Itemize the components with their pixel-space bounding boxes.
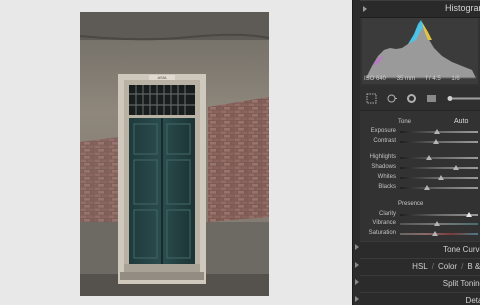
adjustment-brush-icon[interactable]	[446, 93, 480, 104]
tab-bw[interactable]: B & W	[467, 262, 480, 271]
slider-knob[interactable]	[453, 165, 460, 170]
aperture-value: f / 4.5	[425, 76, 441, 82]
tone-curve-header[interactable]: Tone Curve	[360, 241, 480, 258]
focal-length-value: 35 mm	[396, 76, 416, 82]
histogram-graph	[362, 18, 478, 84]
histogram-title: Histogram	[444, 3, 480, 13]
slider-track[interactable]	[400, 212, 478, 217]
slider-label: Contrast	[373, 138, 396, 144]
slider-label: Vibrance	[372, 220, 396, 226]
graduated-filter-icon[interactable]	[426, 93, 437, 104]
gutter-arrow-icon[interactable]	[355, 262, 359, 268]
shutter-value: 1/6	[451, 76, 460, 82]
slider-track[interactable]	[400, 221, 478, 226]
slider-label: Saturation	[368, 230, 396, 236]
crop-tool-icon[interactable]	[366, 93, 377, 104]
histogram[interactable]: ISO 640 35 mm f / 4.5 1/6	[362, 18, 478, 84]
slider-knob[interactable]	[432, 139, 439, 144]
hsl-header[interactable]: HSL/Color/B & W	[360, 258, 480, 275]
slider-knob[interactable]	[425, 155, 432, 160]
slider-knob[interactable]	[437, 175, 444, 180]
tab-color[interactable]: Color	[438, 262, 457, 271]
tone-label: Tone	[398, 119, 412, 125]
slider-label: Highlights	[369, 154, 396, 160]
detail-title: Detail	[465, 296, 480, 305]
iso-value: ISO 640	[364, 76, 387, 82]
slider-label: Clarity	[378, 211, 396, 217]
auto-tone-button[interactable]: Auto	[454, 118, 468, 125]
slider-label: Whites	[377, 174, 396, 180]
split-toning-title: Split Toning	[442, 279, 480, 288]
tool-strip	[360, 86, 480, 111]
slider-track[interactable]	[400, 231, 478, 236]
slider-track[interactable]	[400, 165, 478, 170]
develop-panel: Histogram ISO 640 35 mm f / 4.5 1/6	[360, 0, 480, 305]
slider-label: Blacks	[378, 184, 396, 190]
tab-hsl[interactable]: HSL	[412, 262, 428, 271]
slider-knob[interactable]	[434, 129, 441, 134]
slider-track[interactable]	[400, 139, 478, 144]
hsl-tabs: HSL/Color/B & W	[412, 262, 480, 271]
gutter-arrow-icon[interactable]	[355, 296, 359, 302]
red-eye-tool-icon[interactable]	[406, 93, 417, 104]
slider-knob[interactable]	[433, 221, 440, 226]
slider-track[interactable]	[400, 175, 478, 180]
spot-removal-tool-icon[interactable]	[386, 93, 397, 104]
gutter-arrow-icon[interactable]	[355, 244, 359, 250]
slider-label: Shadows	[371, 164, 396, 170]
slider-label: Exposure	[370, 128, 396, 134]
split-toning-header[interactable]: Split Toning	[360, 275, 480, 292]
slider-track[interactable]	[400, 185, 478, 190]
slider-knob[interactable]	[432, 231, 439, 236]
collapse-triangle-icon[interactable]	[363, 6, 367, 12]
presence-label: Presence	[398, 201, 424, 207]
tone-curve-title: Tone Curve	[443, 245, 480, 254]
image-canvas[interactable]: ASIA	[0, 0, 352, 305]
photo[interactable]: ASIA	[80, 12, 269, 296]
door-plaque: ASIA	[157, 75, 166, 80]
photo-image: ASIA	[80, 12, 269, 296]
slider-track[interactable]	[400, 155, 478, 160]
detail-header[interactable]: Detail	[360, 292, 480, 305]
histogram-metadata: ISO 640 35 mm f / 4.5 1/6	[364, 76, 469, 82]
slider-track[interactable]	[400, 129, 478, 134]
gutter-arrow-icon[interactable]	[355, 279, 359, 285]
histogram-header[interactable]: Histogram	[360, 0, 480, 18]
slider-knob[interactable]	[424, 185, 431, 190]
slider-knob[interactable]	[465, 212, 472, 217]
